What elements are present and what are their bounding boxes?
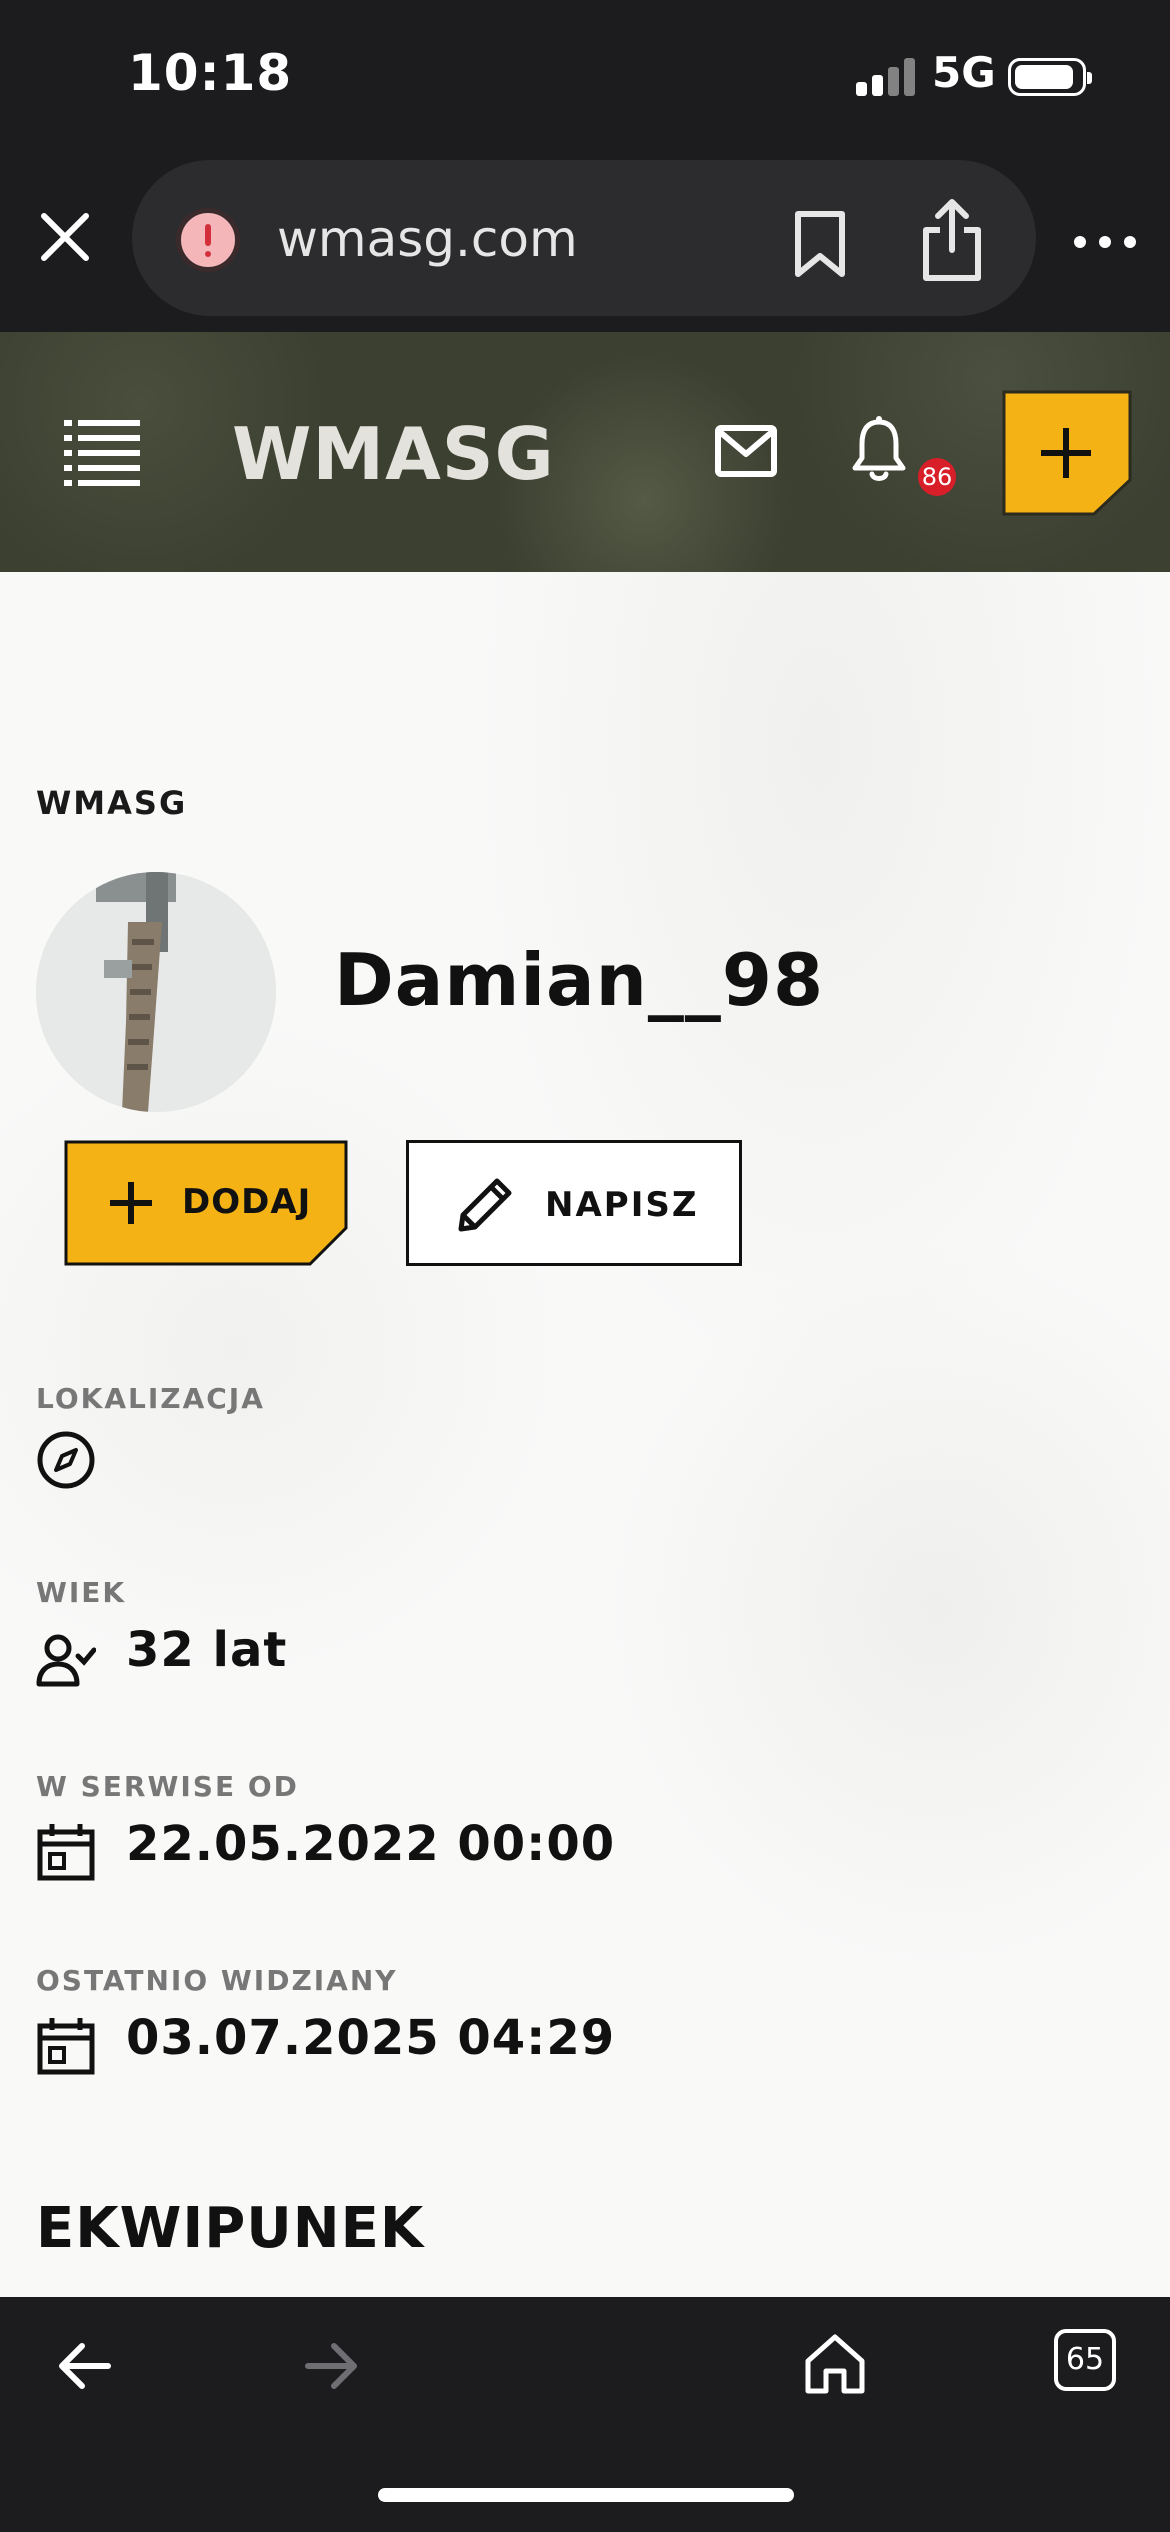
breadcrumb[interactable]: WMASG	[36, 784, 187, 822]
add-friend-label: DODAJ	[182, 1182, 312, 1222]
site-logo[interactable]: WMASG	[232, 414, 555, 494]
add-button-shape	[1002, 390, 1132, 516]
share-icon[interactable]	[920, 198, 984, 282]
avatar[interactable]	[36, 872, 276, 1112]
tabs-button[interactable]: 65	[1054, 2329, 1116, 2391]
calendar-icon	[37, 2018, 95, 2075]
home-icon[interactable]	[804, 2333, 866, 2395]
back-arrow-icon[interactable]	[56, 2341, 112, 2391]
site-header: WMASG 86	[0, 332, 1170, 572]
equipment-section-title: EKWIPUNEK	[36, 2196, 425, 2261]
warning-icon[interactable]	[176, 208, 240, 272]
avatar-image	[36, 872, 276, 1112]
more-icon[interactable]	[1070, 232, 1140, 252]
calendar-icon	[37, 1824, 95, 1881]
browser-bar: wmasg.com	[0, 150, 1170, 332]
signal-icon	[856, 58, 916, 96]
compass-icon	[37, 1431, 95, 1489]
notification-badge: 86	[918, 458, 956, 496]
url-text[interactable]: wmasg.com	[277, 210, 578, 268]
bell-icon[interactable]	[850, 416, 908, 484]
add-listing-button[interactable]	[1002, 390, 1132, 516]
address-bar[interactable]: wmasg.com	[132, 160, 1036, 316]
age-label: WIEK	[36, 1576, 127, 1609]
write-message-button[interactable]: NAPISZ	[406, 1140, 742, 1266]
profile-page: WMASG Damian__98 DODAJ NAPISZ LOKALIZACJ…	[0, 572, 1170, 2297]
bookmark-icon[interactable]	[792, 210, 848, 280]
status-bar: 10:18 5G	[0, 0, 1170, 150]
network-type: 5G	[932, 48, 996, 97]
status-time: 10:18	[128, 44, 293, 102]
member-since-label: W SERWISE OD	[36, 1770, 299, 1803]
member-since-value: 22.05.2022 00:00	[126, 1816, 616, 1872]
battery-icon	[1008, 58, 1092, 96]
plus-icon	[110, 1182, 152, 1224]
menu-icon[interactable]	[64, 420, 140, 486]
user-check-icon	[36, 1634, 96, 1687]
write-message-label: NAPISZ	[545, 1185, 699, 1225]
close-icon[interactable]	[36, 208, 94, 266]
last-seen-label: OSTATNIO WIDZIANY	[36, 1964, 398, 1997]
home-indicator[interactable]	[378, 2488, 794, 2502]
mail-icon[interactable]	[714, 424, 778, 478]
age-value: 32 lat	[126, 1622, 288, 1678]
add-friend-button[interactable]: DODAJ	[64, 1140, 348, 1266]
battery-fill	[1015, 65, 1073, 89]
username: Damian__98	[334, 938, 825, 1022]
pencil-icon	[458, 1178, 512, 1232]
forward-arrow-icon[interactable]	[304, 2341, 360, 2391]
last-seen-value: 03.07.2025 04:29	[126, 2010, 616, 2066]
location-label: LOKALIZACJA	[36, 1382, 265, 1415]
